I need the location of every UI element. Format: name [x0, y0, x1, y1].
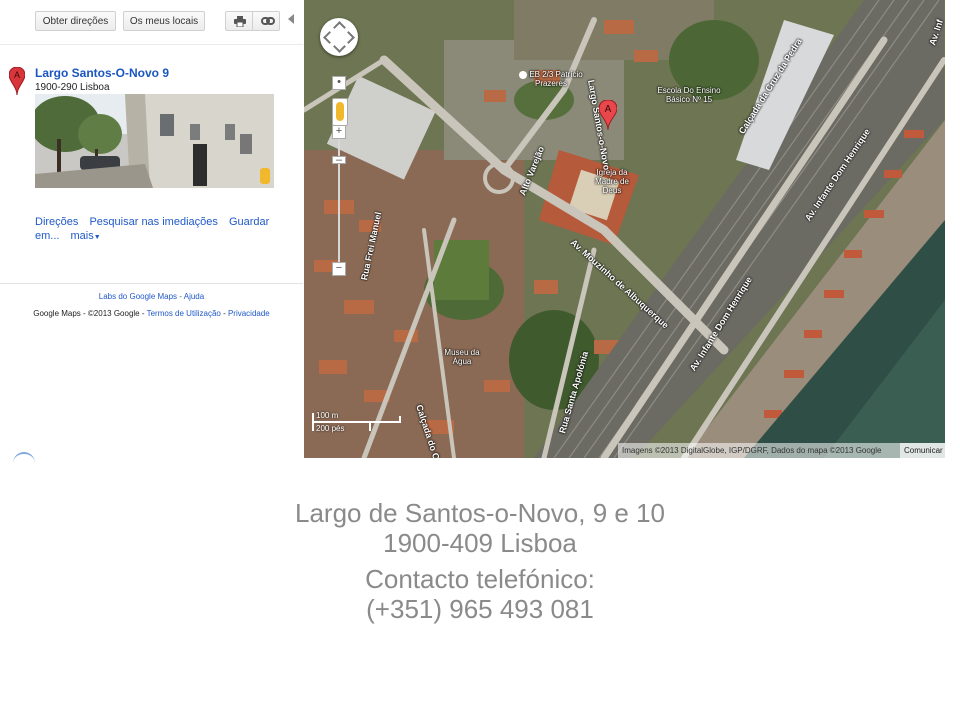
poi-school[interactable]: EB 2/3 Patrício Prazeres: [516, 70, 586, 88]
poi-label: EB 2/3 Patrício Prazeres: [529, 70, 583, 88]
copyright-footer: Google Maps - ©2013 Google - Termos de U…: [0, 309, 303, 318]
maps-side-panel: Obter direções Os meus locais A Largo Sa…: [0, 0, 303, 458]
map-attribution: Imagens ©2013 DigitalGlobe, IGP/DGRF, Da…: [618, 443, 900, 458]
poi-label: Museu da Água: [444, 348, 480, 366]
separator: -: [177, 292, 184, 301]
place-actions: Direções Pesquisar nas imediações Guarda…: [35, 215, 275, 245]
layer-toggle-icon[interactable]: •: [332, 76, 346, 90]
separator: -: [139, 309, 147, 318]
pan-left-icon[interactable]: [323, 31, 336, 44]
school-icon: [519, 70, 528, 79]
pegman-icon: [260, 168, 270, 184]
svg-text:A: A: [14, 70, 20, 80]
map-marker-a-icon[interactable]: A: [599, 100, 617, 130]
search-nearby-link[interactable]: Pesquisar nas imediações: [89, 216, 217, 228]
pan-up-icon[interactable]: [333, 21, 346, 34]
contact-address-line-1: Largo de Santos-o-Novo, 9 e 10: [294, 498, 666, 528]
more-link[interactable]: mais▼: [71, 230, 101, 242]
contact-address-line-2: 1900-409 Lisboa: [383, 528, 577, 558]
terms-link[interactable]: Termos de Utilização: [147, 309, 221, 318]
contact-phone-number: (+351) 965 493 081: [366, 594, 594, 624]
report-problem-link[interactable]: Comunicar: [900, 443, 945, 458]
svg-text:A: A: [605, 104, 612, 115]
zoom-in-button[interactable]: +: [332, 125, 346, 139]
my-places-button[interactable]: Os meus locais: [123, 11, 205, 31]
poi-church[interactable]: Igreja da Madre de Deus: [586, 168, 638, 195]
poi-label: Igreja da Madre de Deus: [595, 168, 629, 195]
pan-right-icon[interactable]: [342, 31, 355, 44]
privacy-link[interactable]: Privacidade: [228, 309, 270, 318]
satellite-imagery: [304, 0, 945, 458]
zoom-slider-track[interactable]: [338, 130, 340, 272]
print-icon: [234, 16, 246, 27]
link-icon: [261, 17, 275, 25]
marker-a-icon: A: [9, 67, 25, 95]
get-directions-button[interactable]: Obter direções: [35, 11, 116, 31]
street-view-thumbnail[interactable]: [35, 94, 274, 188]
map-scale: 100 m 200 pés: [312, 411, 402, 433]
pan-down-icon[interactable]: [333, 40, 346, 53]
partial-circle-icon: [13, 452, 35, 464]
labs-link[interactable]: Labs do Google Maps: [99, 292, 177, 301]
collapse-panel-arrow-icon[interactable]: [288, 14, 294, 24]
separator: -: [220, 309, 228, 318]
scale-imperial: 200 pés: [316, 424, 345, 433]
place-address: 1900-290 Lisboa: [35, 82, 110, 93]
zoom-out-button[interactable]: −: [332, 262, 346, 276]
poi-museum[interactable]: Museu da Água: [442, 348, 482, 366]
labs-footer: Labs do Google Maps - Ajuda: [0, 292, 303, 301]
zoom-slider-handle[interactable]: –: [332, 155, 346, 166]
satellite-map[interactable]: Alto Varejão Calçada da Cruz da Pedra Av…: [304, 0, 945, 458]
contact-phone-label: Contacto telefónico:: [365, 564, 595, 594]
directions-link[interactable]: Direções: [35, 216, 78, 228]
place-title-link[interactable]: Largo Santos-O-Novo 9: [35, 66, 169, 80]
link-button[interactable]: [252, 11, 280, 31]
more-label: mais: [70, 230, 94, 242]
pan-control[interactable]: [320, 18, 358, 56]
chevron-down-icon: ▼: [93, 234, 101, 241]
pegman-street-view-icon[interactable]: [332, 98, 348, 126]
help-link[interactable]: Ajuda: [184, 292, 204, 301]
poi-school[interactable]: Escola Do Ensino Básico Nº 15: [654, 86, 724, 104]
print-button[interactable]: [225, 11, 253, 31]
scale-metric: 100 m: [316, 411, 339, 420]
divider: [0, 283, 303, 284]
panel-toolbar: Obter direções Os meus locais: [0, 0, 303, 45]
poi-label: Escola Do Ensino Básico Nº 15: [657, 86, 721, 104]
copyright-text: Google Maps - ©2013 Google: [33, 309, 140, 318]
